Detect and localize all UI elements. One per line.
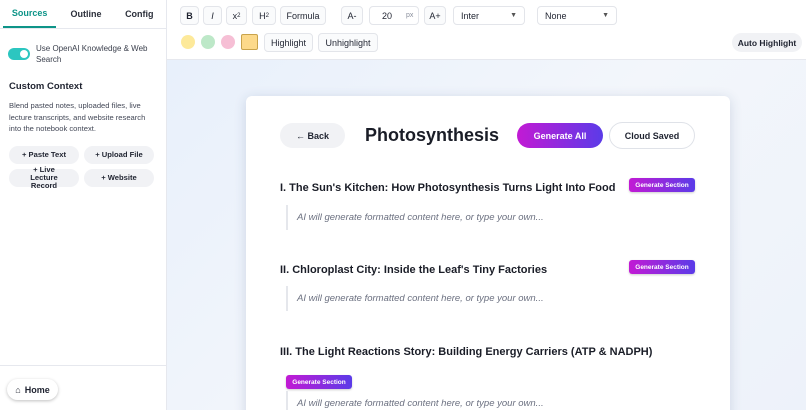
web-search-toggle[interactable] bbox=[8, 48, 30, 60]
sidebar-divider bbox=[0, 365, 167, 366]
highlight-button[interactable]: Highlight bbox=[264, 33, 313, 52]
font-family-value: Inter bbox=[461, 10, 480, 21]
subscript-button[interactable]: H2 bbox=[252, 6, 276, 25]
tab-sources[interactable]: Sources bbox=[3, 0, 57, 28]
live-lecture-record-button[interactable]: + Live Lecture Record bbox=[9, 166, 79, 190]
section-title[interactable]: II. Chloroplast City: Inside the Leaf's … bbox=[280, 264, 547, 276]
chevron-down-icon: ▼ bbox=[510, 12, 517, 19]
upload-file-button[interactable]: + Upload File bbox=[84, 146, 154, 164]
web-search-toggle-row: Use OpenAI Knowledge & Web Search bbox=[8, 43, 158, 65]
paste-text-button[interactable]: + Paste Text bbox=[9, 146, 79, 164]
yellow-swatch[interactable] bbox=[181, 35, 195, 49]
home-icon: ⌂ bbox=[15, 384, 21, 395]
generate-section-button[interactable]: Generate Section bbox=[286, 375, 352, 389]
chevron-down-icon: ▼ bbox=[602, 12, 609, 19]
generate-section-button[interactable]: Generate Section bbox=[629, 178, 695, 192]
section-content[interactable]: AI will generate formatted content here,… bbox=[286, 205, 696, 230]
green-swatch[interactable] bbox=[201, 35, 215, 49]
custom-context-description: Blend pasted notes, uploaded files, live… bbox=[9, 101, 146, 133]
subscript-mark: 2 bbox=[265, 12, 269, 19]
font-decrease-button[interactable]: A- bbox=[341, 6, 363, 25]
tab-outline[interactable]: Outline bbox=[59, 0, 112, 28]
bold-button[interactable]: B bbox=[180, 6, 199, 25]
italic-button[interactable]: I bbox=[203, 6, 222, 25]
style-select-value: None bbox=[545, 10, 567, 21]
section-content[interactable]: AI will generate formatted content here,… bbox=[286, 286, 696, 311]
website-button[interactable]: + Website bbox=[84, 169, 154, 187]
custom-context-title: Custom Context bbox=[9, 81, 83, 92]
font-size-unit: px bbox=[406, 12, 414, 19]
font-size-value: 20 bbox=[382, 10, 393, 21]
superscript-mark: 2 bbox=[237, 12, 241, 19]
generate-all-button[interactable]: Generate All bbox=[517, 123, 603, 148]
pink-swatch[interactable] bbox=[221, 35, 235, 49]
editor-canvas: ← Back Photosynthesis Generate All Cloud… bbox=[167, 60, 806, 410]
web-search-label: Use OpenAI Knowledge & Web Search bbox=[36, 44, 148, 64]
section-title[interactable]: I. The Sun's Kitchen: How Photosynthesis… bbox=[280, 182, 615, 194]
formatting-toolbar: B I x2 H2 Formula A- 20 px A+ Inter ▼ No… bbox=[167, 0, 806, 60]
auto-highlight-button[interactable]: Auto Highlight bbox=[732, 33, 802, 52]
unhighlight-button[interactable]: Unhighlight bbox=[318, 33, 378, 52]
font-increase-button[interactable]: A+ bbox=[424, 6, 446, 25]
font-family-select[interactable]: Inter ▼ bbox=[453, 6, 525, 25]
style-select[interactable]: None ▼ bbox=[537, 6, 617, 25]
section-title[interactable]: III. The Light Reactions Story: Building… bbox=[280, 346, 652, 358]
font-size-input[interactable]: 20 px bbox=[369, 6, 419, 25]
document-card: ← Back Photosynthesis Generate All Cloud… bbox=[246, 96, 730, 410]
formula-button[interactable]: Formula bbox=[280, 6, 326, 25]
sidebar: Sources Outline Config Use OpenAI Knowle… bbox=[0, 0, 167, 410]
home-button[interactable]: ⌂ Home bbox=[7, 379, 58, 400]
section-content[interactable]: AI will generate formatted content here,… bbox=[286, 391, 696, 410]
home-label: Home bbox=[24, 384, 50, 395]
sidebar-tabs: Sources Outline Config bbox=[0, 0, 166, 29]
superscript-button[interactable]: x2 bbox=[226, 6, 247, 25]
generate-section-button[interactable]: Generate Section bbox=[629, 260, 695, 274]
cloud-saved-status: Cloud Saved bbox=[609, 122, 695, 149]
document-title[interactable]: Photosynthesis bbox=[365, 123, 499, 148]
tab-config[interactable]: Config bbox=[113, 0, 166, 28]
custom-color-swatch[interactable] bbox=[241, 34, 258, 50]
back-button[interactable]: ← Back bbox=[280, 123, 345, 148]
